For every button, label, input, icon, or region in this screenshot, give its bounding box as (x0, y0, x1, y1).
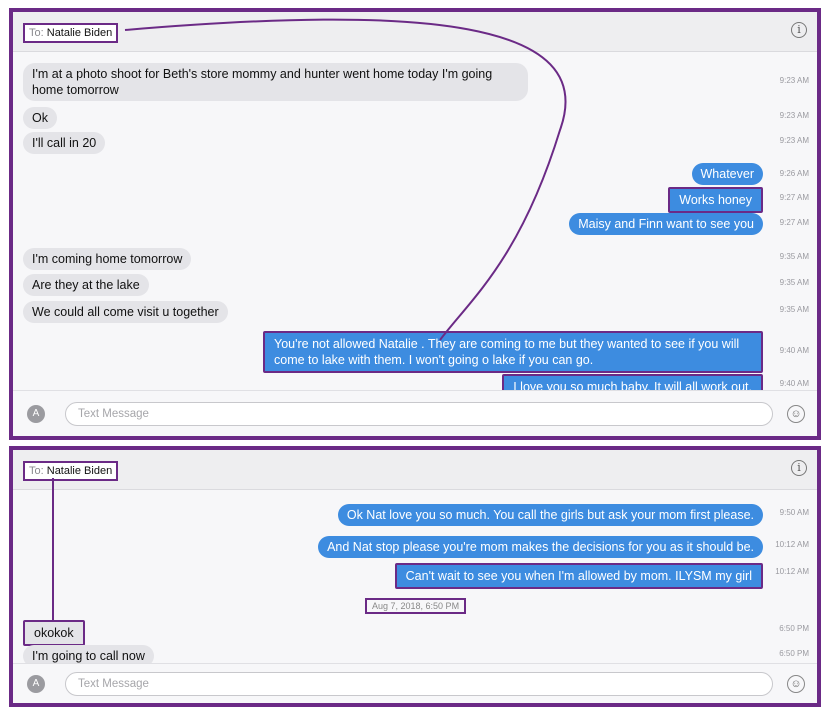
message-timestamp: 10:12 AM (775, 540, 809, 549)
text-message-input[interactable]: Text Message (65, 672, 773, 696)
emoji-icon[interactable]: ☺ (787, 405, 805, 423)
message-incoming: I'll call in 20 (23, 132, 106, 154)
message-timestamp: 9:23 AM (779, 76, 809, 85)
info-icon[interactable]: i (791, 460, 807, 476)
message-outgoing: Maisy and Finn want to see you (569, 213, 763, 235)
message-outgoing-highlighted: You're not allowed Natalie . They are co… (263, 331, 763, 373)
message-timestamp: 6:50 PM (779, 649, 809, 658)
message-timestamp: 9:27 AM (779, 193, 809, 202)
message-outgoing-highlighted: Can't wait to see you when I'm allowed b… (394, 563, 763, 589)
message-outgoing: Whatever (691, 163, 763, 185)
message-incoming: I'm at a photo shoot for Beth's store mo… (23, 63, 528, 101)
recipient-name: Natalie Biden (46, 465, 113, 477)
message-timestamp: 9:40 AM (779, 346, 809, 355)
composer-bar: A Text Message ☺ (13, 390, 817, 436)
message-outgoing: Ok Nat love you so much. You call the gi… (337, 504, 763, 526)
recipient-field[interactable]: To: Natalie Biden (23, 23, 119, 43)
message-timestamp: 9:23 AM (779, 136, 809, 145)
message-incoming: Ok (23, 107, 57, 129)
recipient-field[interactable]: To: Natalie Biden (23, 461, 119, 481)
conversation-header: To: Natalie Biden i (13, 12, 817, 52)
date-divider: Aug 7, 2018, 6:50 PM (365, 598, 467, 614)
text-message-input[interactable]: Text Message (65, 402, 773, 426)
composer-bar: A Text Message ☺ (13, 663, 817, 703)
info-icon[interactable]: i (791, 22, 807, 38)
message-timestamp: 9:35 AM (779, 278, 809, 287)
message-outgoing: And Nat stop please you're mom makes the… (318, 536, 763, 558)
message-timestamp: 6:50 PM (779, 624, 809, 633)
message-timestamp: 9:27 AM (779, 218, 809, 227)
conversation-header: To: Natalie Biden i (13, 450, 817, 490)
message-timestamp: 9:23 AM (779, 111, 809, 120)
message-outgoing-highlighted: Works honey (668, 187, 763, 213)
message-incoming: I'm coming home tomorrow (23, 248, 192, 270)
message-timestamp: 9:26 AM (779, 169, 809, 178)
message-incoming: We could all come visit u together (23, 301, 228, 323)
message-incoming: Are they at the lake (23, 274, 149, 296)
message-timestamp: 9:35 AM (779, 252, 809, 261)
app-store-icon[interactable]: A (27, 675, 45, 693)
message-incoming-highlighted: okokok (23, 620, 85, 646)
message-timestamp: 9:40 AM (779, 379, 809, 388)
message-timestamp: 10:12 AM (775, 567, 809, 576)
emoji-icon[interactable]: ☺ (787, 675, 805, 693)
app-store-icon[interactable]: A (27, 405, 45, 423)
conversation-panel-top: To: Natalie Biden i I'm at a photo shoot… (9, 8, 821, 440)
recipient-name: Natalie Biden (46, 27, 113, 39)
message-timestamp: 9:35 AM (779, 305, 809, 314)
conversation-panel-bottom: To: Natalie Biden i Ok Nat love you so m… (9, 446, 821, 707)
message-timestamp: 9:50 AM (779, 508, 809, 517)
